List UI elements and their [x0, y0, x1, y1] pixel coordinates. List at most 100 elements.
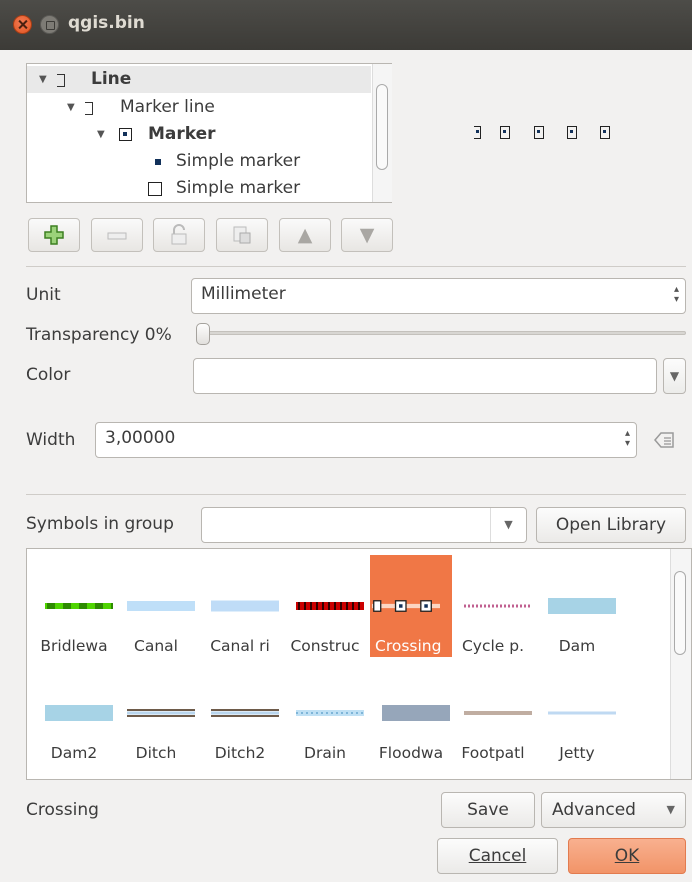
- scrollbar-thumb[interactable]: [674, 571, 686, 655]
- color-dropdown-button[interactable]: ▼: [663, 358, 686, 394]
- width-spinbox[interactable]: 3,00000 ▴ ▾: [95, 422, 637, 458]
- preview-marker-icon: [474, 126, 481, 139]
- symbol-name: Floodwa: [378, 744, 444, 762]
- symbol-name: Ditch: [135, 744, 177, 762]
- chevron-down-icon: ▼: [669, 369, 680, 383]
- window-title: qgis.bin: [68, 13, 145, 33]
- advanced-button[interactable]: Advanced ▼: [541, 792, 686, 828]
- chevron-down-icon: ▼: [490, 508, 526, 542]
- canal-river-swatch: [211, 600, 279, 612]
- tree-item-label: Simple marker: [176, 151, 301, 171]
- symbol-cell[interactable]: Construc: [284, 555, 366, 657]
- symbol-name: Canal ri: [210, 637, 270, 655]
- arrow-down-icon: ▼: [359, 224, 375, 246]
- selected-symbol-name: Crossing: [26, 800, 99, 820]
- crossing-swatch: [372, 600, 440, 612]
- symbol-name: Dam: [558, 637, 596, 655]
- dam2-swatch: [45, 705, 113, 721]
- tree-item-simple-marker-1[interactable]: Simple marker: [27, 148, 371, 175]
- line-symbol-icon: [57, 74, 67, 87]
- remove-layer-icon: [107, 232, 127, 240]
- tree-item-marker-line[interactable]: ▼ Marker line: [27, 94, 371, 121]
- group-select[interactable]: ▼: [201, 507, 527, 543]
- expand-arrow-icon[interactable]: ▼: [97, 121, 105, 148]
- tree-item-marker[interactable]: ▼ Marker: [27, 121, 371, 148]
- transparency-slider-track[interactable]: [200, 331, 686, 335]
- add-layer-button[interactable]: [28, 218, 80, 252]
- move-down-button[interactable]: ▼: [341, 218, 393, 252]
- move-up-button[interactable]: ▲: [279, 218, 331, 252]
- close-window-button[interactable]: [13, 15, 32, 34]
- width-value: 3,00000: [105, 428, 176, 448]
- symbol-cell[interactable]: Cycle p.: [452, 555, 534, 657]
- arrow-up-icon: ▲: [297, 224, 313, 246]
- footpath-swatch: [464, 711, 532, 715]
- symbol-layer-tree[interactable]: ▼ Line ▼ Marker line ▼ Marker Simple mar…: [26, 63, 392, 203]
- simple-marker-dot-icon: [155, 159, 161, 165]
- open-library-button[interactable]: Open Library: [536, 507, 686, 543]
- symbol-cell[interactable]: Bridlewa: [33, 555, 115, 657]
- construction-swatch: [296, 602, 364, 610]
- symbol-cell[interactable]: Dam: [536, 555, 618, 657]
- symbol-name: Crossing: [375, 637, 442, 655]
- symbol-cell[interactable]: Ditch: [115, 662, 197, 764]
- tree-item-label: Marker line: [120, 97, 215, 117]
- symbol-cell[interactable]: Drain: [284, 662, 366, 764]
- symbol-name: Construc: [290, 637, 360, 655]
- symbol-cell[interactable]: Canal: [115, 555, 197, 657]
- unit-value: Millimeter: [201, 284, 286, 304]
- save-label: Save: [467, 800, 509, 820]
- dam-swatch: [548, 598, 616, 614]
- color-button[interactable]: [193, 358, 657, 394]
- symbol-cell[interactable]: Jetty: [536, 662, 618, 764]
- ditch-swatch: [127, 709, 195, 717]
- tree-item-simple-marker-2[interactable]: Simple marker: [27, 175, 371, 202]
- width-label: Width: [26, 430, 76, 450]
- symbols-in-group-label: Symbols in group: [26, 514, 174, 534]
- lock-icon: [171, 224, 187, 245]
- symbol-name: Drain: [304, 744, 346, 762]
- symbol-cell[interactable]: Crossing: [370, 555, 452, 657]
- jetty-swatch: [548, 711, 616, 715]
- symbol-name: Dam2: [50, 744, 98, 762]
- lock-layer-button[interactable]: [153, 218, 205, 252]
- minimize-window-button[interactable]: [40, 15, 59, 34]
- symbol-cell[interactable]: Floodwa: [370, 662, 452, 764]
- cancel-button[interactable]: Cancel: [437, 838, 558, 874]
- canal-swatch: [127, 601, 195, 611]
- symbol-cell[interactable]: Canal ri: [199, 555, 281, 657]
- symbol-name: Cycle p.: [461, 637, 525, 655]
- marker-line-icon: [85, 102, 95, 115]
- chevron-down-icon: ▼: [666, 803, 675, 816]
- ok-label: OK: [614, 846, 640, 866]
- symbol-cell[interactable]: Ditch2: [199, 662, 281, 764]
- tree-item-label: Marker: [148, 124, 216, 144]
- expand-arrow-icon[interactable]: ▼: [39, 66, 47, 93]
- advanced-label: Advanced: [552, 800, 636, 820]
- symbol-grid[interactable]: Bridlewa Canal Canal ri Construc Crossin…: [26, 548, 692, 780]
- symbol-name: Jetty: [559, 744, 595, 762]
- separator: [26, 266, 686, 267]
- transparency-slider-handle[interactable]: [196, 323, 210, 345]
- symbol-grid-scrollbar[interactable]: [670, 549, 691, 779]
- remove-layer-button[interactable]: [91, 218, 143, 252]
- marker-icon: [119, 128, 132, 141]
- tree-item-line[interactable]: ▼ Line: [27, 66, 371, 93]
- tree-scrollbar[interactable]: [372, 64, 392, 202]
- symbol-name: Bridlewa: [40, 637, 108, 655]
- cycle-path-swatch: [464, 604, 532, 608]
- cancel-label: Cancel: [468, 846, 527, 866]
- data-defined-override-icon[interactable]: [653, 430, 679, 450]
- unit-select[interactable]: Millimeter ▴ ▾: [191, 278, 686, 314]
- expand-arrow-icon[interactable]: ▼: [67, 94, 75, 121]
- simple-marker-square-icon: [148, 182, 162, 196]
- duplicate-layer-button[interactable]: [216, 218, 268, 252]
- ok-button[interactable]: OK: [568, 838, 686, 874]
- save-button[interactable]: Save: [441, 792, 535, 828]
- symbol-name: Footpatl: [461, 744, 525, 762]
- symbol-cell[interactable]: Footpatl: [452, 662, 534, 764]
- unit-label: Unit: [26, 285, 61, 305]
- duplicate-icon: [233, 226, 251, 244]
- scrollbar-thumb[interactable]: [376, 84, 388, 170]
- symbol-cell[interactable]: Dam2: [33, 662, 115, 764]
